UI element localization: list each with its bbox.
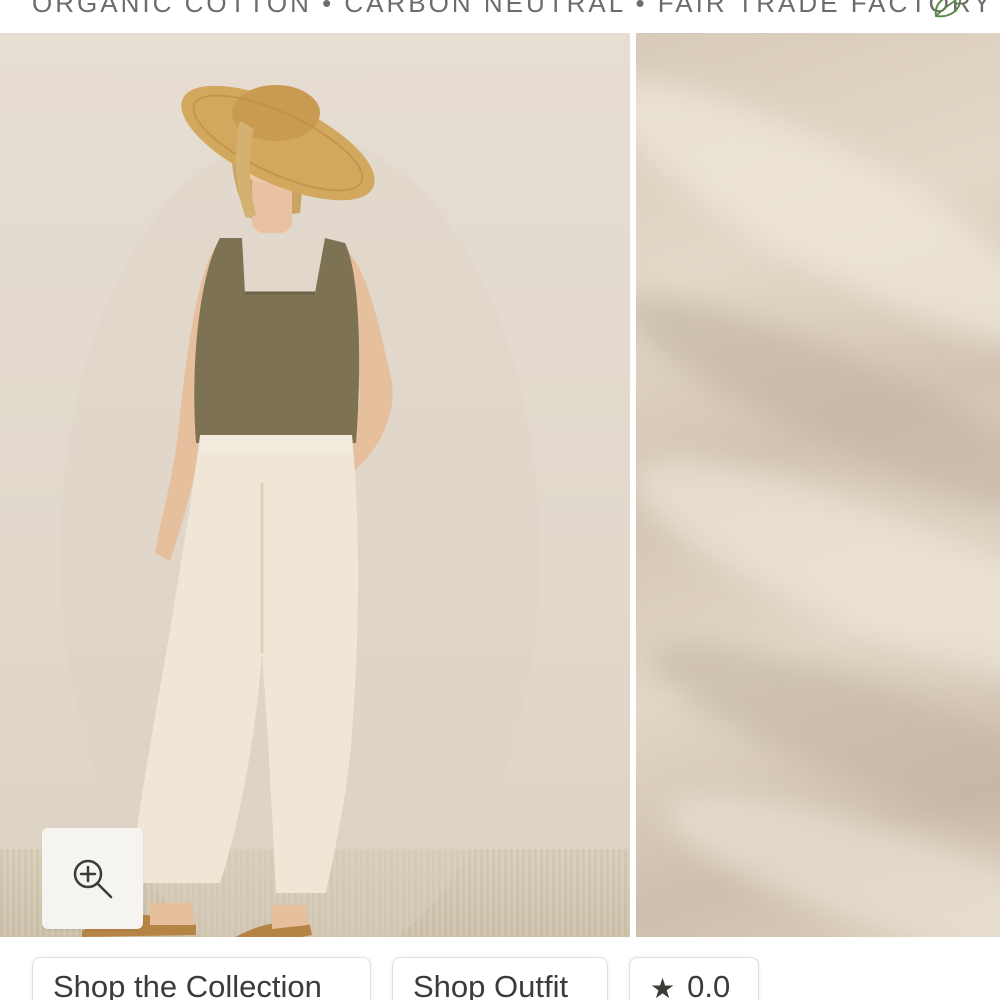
model-illustration — [60, 85, 540, 937]
rating-value: 0.0 — [687, 969, 731, 1000]
model-photo[interactable] — [0, 33, 630, 937]
shop-collection-button[interactable]: Shop the Collection — [32, 957, 371, 1000]
zoom-button[interactable] — [42, 828, 143, 929]
fabric-closeup[interactable] — [636, 33, 1000, 937]
leaf-icon — [934, 0, 962, 18]
shop-outfit-button[interactable]: Shop Outfit — [392, 957, 608, 1000]
banner-text: ORGANIC COTTON • CARBON NEUTRAL • FAIR T… — [32, 0, 994, 18]
product-image-gallery[interactable] — [0, 33, 1000, 937]
product-actions: Shop the Collection Shop Outfit ★ 0.0 — [0, 937, 1000, 1000]
star-icon: ★ — [650, 973, 676, 1000]
shop-collection-label: Shop the Collection — [53, 969, 322, 1000]
sustainability-banner: ORGANIC COTTON • CARBON NEUTRAL • FAIR T… — [0, 0, 1000, 33]
rating-button[interactable]: ★ 0.0 — [629, 957, 759, 1000]
product-page: ORGANIC COTTON • CARBON NEUTRAL • FAIR T… — [0, 0, 1000, 1000]
shop-outfit-label: Shop Outfit — [413, 969, 569, 1000]
zoom-in-icon — [73, 859, 112, 898]
